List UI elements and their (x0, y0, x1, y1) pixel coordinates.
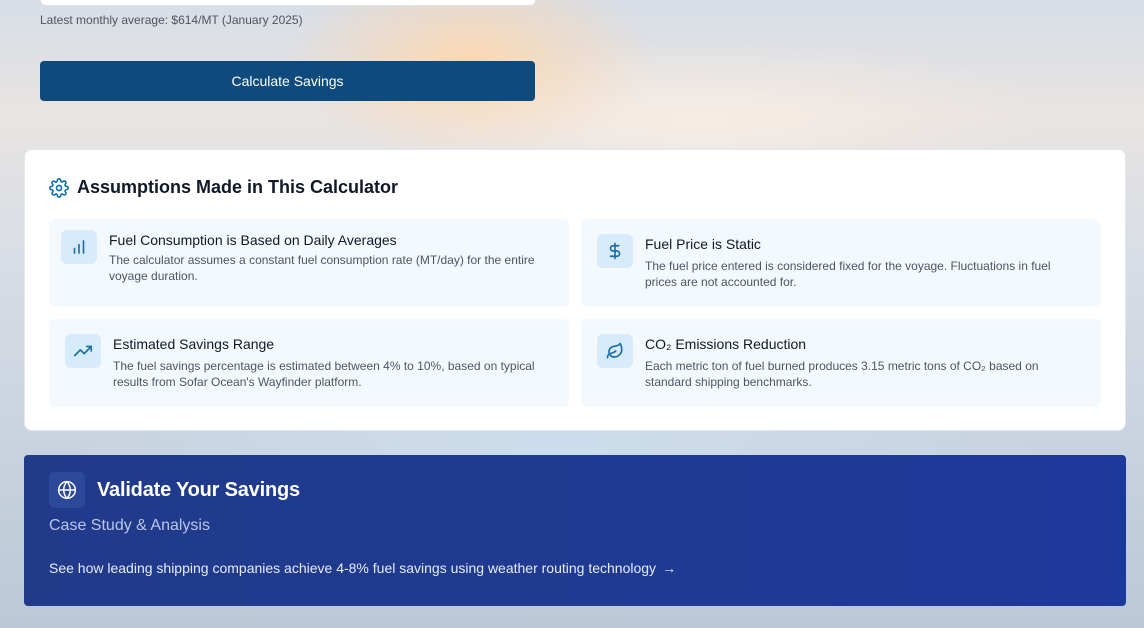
assumption-title: CO₂ Emissions Reduction (645, 336, 807, 352)
trending-up-icon (65, 334, 101, 368)
assumption-card-savings-range: Estimated Savings Range The fuel savings… (49, 319, 569, 407)
assumption-card-co2: CO₂ Emissions Reduction Each metric ton … (581, 319, 1101, 407)
case-study-link-text: See how leading shipping companies achie… (49, 560, 657, 576)
arrow-right-icon: → (662, 560, 677, 576)
assumption-card-fuel-price: Fuel Price is Static The fuel price ente… (581, 219, 1101, 307)
assumptions-title: Assumptions Made in This Calculator (77, 177, 399, 197)
gear-icon (49, 177, 69, 198)
bar-chart-icon (61, 230, 97, 264)
assumption-title: Estimated Savings Range (113, 336, 275, 352)
assumption-card-fuel-consumption: Fuel Consumption is Based on Daily Avera… (49, 219, 569, 307)
validate-savings-panel: Validate Your Savings Case Study & Analy… (24, 455, 1126, 606)
assumption-title: Fuel Price is Static (645, 236, 761, 252)
leaf-icon (597, 334, 633, 368)
fuel-price-hint: Latest monthly average: $614/MT (January… (40, 13, 303, 27)
globe-icon (49, 472, 85, 508)
validate-title: Validate Your Savings (97, 479, 300, 501)
assumption-title: Fuel Consumption is Based on Daily Avera… (109, 232, 397, 248)
assumption-description: The calculator assumes a constant fuel c… (109, 253, 535, 283)
assumptions-panel: Assumptions Made in This Calculator Fuel… (24, 149, 1126, 431)
dollar-icon (597, 234, 633, 268)
assumption-description: Each metric ton of fuel burned produces … (645, 359, 1039, 389)
case-study-link[interactable]: See how leading shipping companies achie… (49, 560, 676, 576)
assumption-description: The fuel price entered is considered fix… (645, 259, 1051, 289)
validate-subtitle: Case Study & Analysis (49, 517, 210, 534)
assumption-description: The fuel savings percentage is estimated… (113, 359, 535, 389)
calculate-savings-button[interactable]: Calculate Savings (40, 61, 535, 101)
assumptions-header: Assumptions Made in This Calculator (49, 177, 398, 198)
fuel-price-input[interactable] (40, 0, 536, 6)
